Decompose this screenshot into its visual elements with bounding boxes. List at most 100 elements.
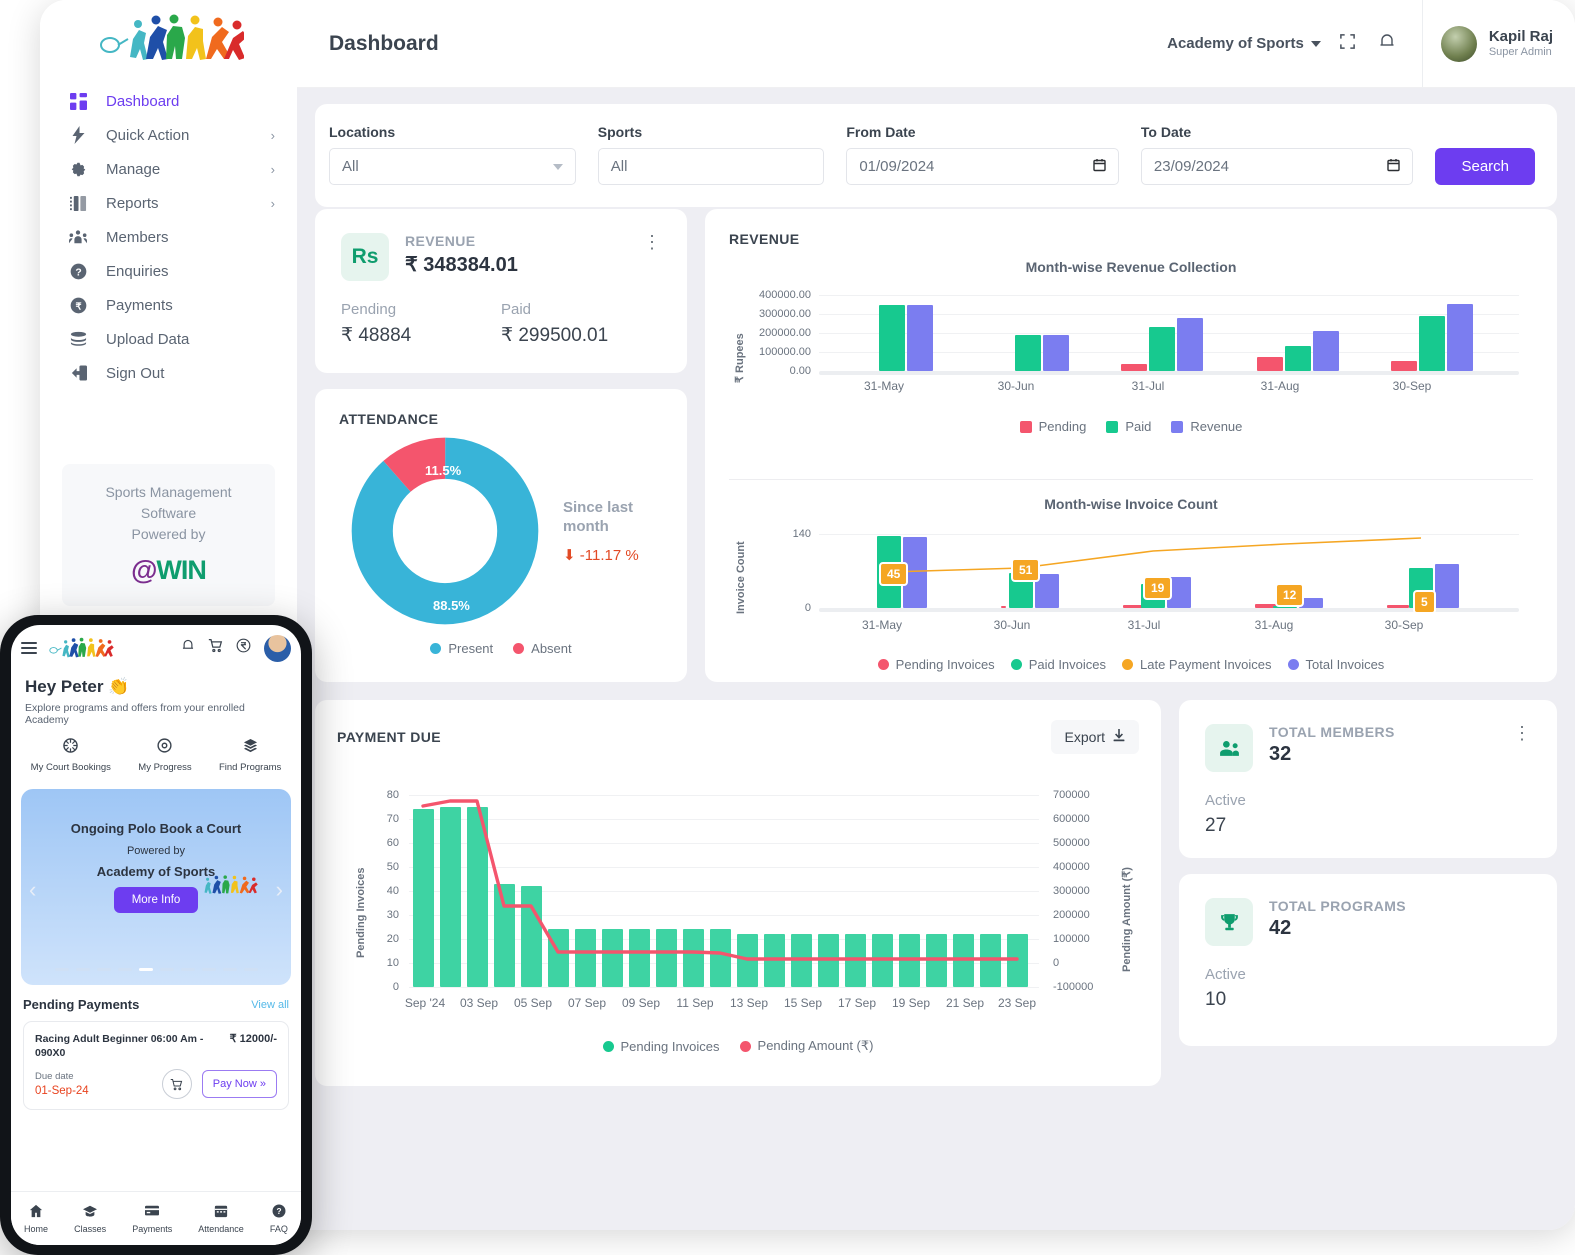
- from-date-input[interactable]: 01/09/2024: [846, 148, 1119, 185]
- tab-home[interactable]: Home: [24, 1204, 48, 1234]
- carousel-dot[interactable]: [222, 968, 237, 971]
- carousel-dot[interactable]: [117, 968, 132, 971]
- rupee-circle-icon[interactable]: [236, 638, 251, 658]
- bars-area: [819, 295, 1519, 371]
- programs-active: Active 10: [1205, 966, 1531, 1011]
- legend-paid-invoices: Paid Invoices: [1010, 657, 1106, 672]
- carousel-dot[interactable]: [243, 968, 258, 971]
- sidebar-item-enquiries[interactable]: ? Enquiries: [40, 254, 297, 288]
- locations-select[interactable]: All: [329, 148, 576, 185]
- quick-my-progress[interactable]: My Progress: [138, 738, 192, 773]
- user-menu[interactable]: Kapil Raj Super Admin: [1421, 0, 1575, 87]
- bars-area: [413, 795, 1029, 987]
- fullscreen-icon[interactable]: [1339, 33, 1356, 55]
- tab-attendance[interactable]: Attendance: [198, 1204, 244, 1234]
- export-button[interactable]: Export: [1050, 720, 1139, 754]
- to-date-input[interactable]: 23/09/2024: [1140, 148, 1414, 185]
- to-date-value: 23/09/2024: [1153, 158, 1229, 175]
- avatar[interactable]: [264, 634, 291, 662]
- sidebar-item-members[interactable]: Members: [40, 220, 297, 254]
- legend-dot: [877, 659, 889, 670]
- org-selector[interactable]: Academy of Sports: [1167, 35, 1321, 52]
- tab-faq[interactable]: ? FAQ: [270, 1204, 288, 1234]
- legend-present: Present: [430, 641, 493, 656]
- y-tick: 50: [386, 861, 399, 873]
- chevron-right-icon: ›: [270, 161, 275, 177]
- hamburger-menu-icon[interactable]: [21, 642, 37, 654]
- tab-classes[interactable]: Classes: [74, 1204, 106, 1234]
- bar-revenue: [1043, 335, 1069, 371]
- calendar-icon[interactable]: [1093, 158, 1106, 176]
- more-info-button[interactable]: More Info: [113, 887, 199, 913]
- legend-label: Total Invoices: [1305, 657, 1385, 672]
- kebab-menu-icon[interactable]: ⋮: [1513, 724, 1531, 742]
- revenue-breakdown: Pending ₹ 48884 Paid ₹ 299500.01: [341, 301, 661, 347]
- view-all-link[interactable]: View all: [251, 999, 289, 1011]
- y-tick: 400000.00: [759, 289, 811, 301]
- carousel-dots[interactable]: [21, 968, 291, 971]
- search-button[interactable]: Search: [1435, 148, 1536, 185]
- revenue-paid: Paid ₹ 299500.01: [501, 301, 661, 347]
- kebab-menu-icon[interactable]: ⋮: [643, 233, 661, 251]
- sidebar-item-payments[interactable]: ₹ Payments: [40, 288, 297, 322]
- down-arrow-icon: ⬇: [563, 546, 576, 564]
- sidebar-item-reports[interactable]: Reports ›: [40, 186, 297, 220]
- legend-dot: [739, 1040, 751, 1052]
- carousel-dot[interactable]: [75, 968, 90, 971]
- quick-my-court-bookings[interactable]: My Court Bookings: [31, 738, 111, 773]
- members-card-title: TOTAL MEMBERS: [1269, 724, 1395, 740]
- tab-payments[interactable]: Payments: [132, 1204, 172, 1234]
- sidebar-item-manage[interactable]: Manage ›: [40, 152, 297, 186]
- tab-label: FAQ: [269, 1223, 288, 1234]
- legend-swatch: [1106, 420, 1119, 433]
- home-icon: [24, 1204, 48, 1221]
- left-column: Rs REVENUE ₹ 348384.01 ⋮ Pending ₹ 48884: [315, 209, 687, 682]
- bar-paid: [1149, 327, 1175, 371]
- bar-paid: [1285, 346, 1311, 371]
- sidebar-item-dashboard[interactable]: Dashboard: [40, 84, 297, 118]
- carousel-dot[interactable]: [180, 968, 195, 971]
- phone-pending-payments: Pending Payments View all Racing Adult B…: [11, 997, 301, 1191]
- sports-label: Sports: [597, 124, 643, 140]
- cart-icon[interactable]: [208, 638, 223, 658]
- quick-find-programs[interactable]: Find Programs: [219, 738, 281, 773]
- sidebar-item-upload-data[interactable]: Upload Data: [40, 322, 297, 356]
- sports-select[interactable]: All: [597, 148, 825, 185]
- carousel-dot[interactable]: [201, 968, 216, 971]
- bar-paid: [1015, 335, 1041, 371]
- phone-tabbar: Home Classes Payments Attendance ? FAQ: [11, 1191, 301, 1245]
- attendance-trend: Since last month ⬇ -11.17 %: [563, 498, 645, 565]
- rupee-icon: Rs: [341, 233, 389, 281]
- notification-bell-icon[interactable]: [1378, 32, 1396, 56]
- late-payment-badge: 51: [1011, 558, 1041, 582]
- add-to-cart-icon[interactable]: [161, 1069, 192, 1099]
- sidebar-item-sign-out[interactable]: Sign Out: [40, 356, 297, 390]
- y-tick: 20: [386, 933, 399, 945]
- y-tick: 10: [386, 957, 399, 969]
- pay-now-button[interactable]: Pay Now »: [201, 1070, 277, 1098]
- programs-card-title: TOTAL PROGRAMS: [1269, 898, 1407, 914]
- x-tick: 30-Jun: [993, 618, 1031, 632]
- carousel-next-icon[interactable]: ›: [276, 877, 283, 903]
- carousel-dot[interactable]: [159, 968, 174, 971]
- carousel-dot[interactable]: [54, 968, 69, 971]
- revenue-pending: Pending ₹ 48884: [341, 301, 501, 347]
- sidebar-item-quick-action[interactable]: Quick Action ›: [40, 118, 297, 152]
- y-tick: 100000.00: [759, 346, 811, 358]
- carousel-dot[interactable]: [96, 968, 111, 971]
- x-axis: [819, 371, 1519, 375]
- phone-top-icons: [181, 634, 291, 662]
- pending-item-name: Racing Adult Beginner 06:00 Am - 090X0: [35, 1033, 204, 1059]
- notification-bell-icon[interactable]: [181, 638, 195, 658]
- chevron-right-icon: ›: [270, 195, 275, 211]
- carousel-dot-active[interactable]: [138, 968, 153, 971]
- y2-tick: 300000: [1053, 885, 1090, 897]
- carousel-prev-icon[interactable]: ‹: [29, 877, 36, 903]
- late-payment-badge: 45: [879, 562, 909, 586]
- legend-label: Pending: [1038, 419, 1087, 434]
- calendar-icon[interactable]: [1387, 158, 1401, 176]
- x-tick: 31-Aug: [1254, 618, 1294, 632]
- y-tick: 70: [386, 813, 399, 825]
- total-programs-card: TOTAL PROGRAMS 42 Active 10: [1179, 874, 1557, 1046]
- payment-due-legend: Pending Invoices Pending Amount (₹): [337, 1038, 1139, 1054]
